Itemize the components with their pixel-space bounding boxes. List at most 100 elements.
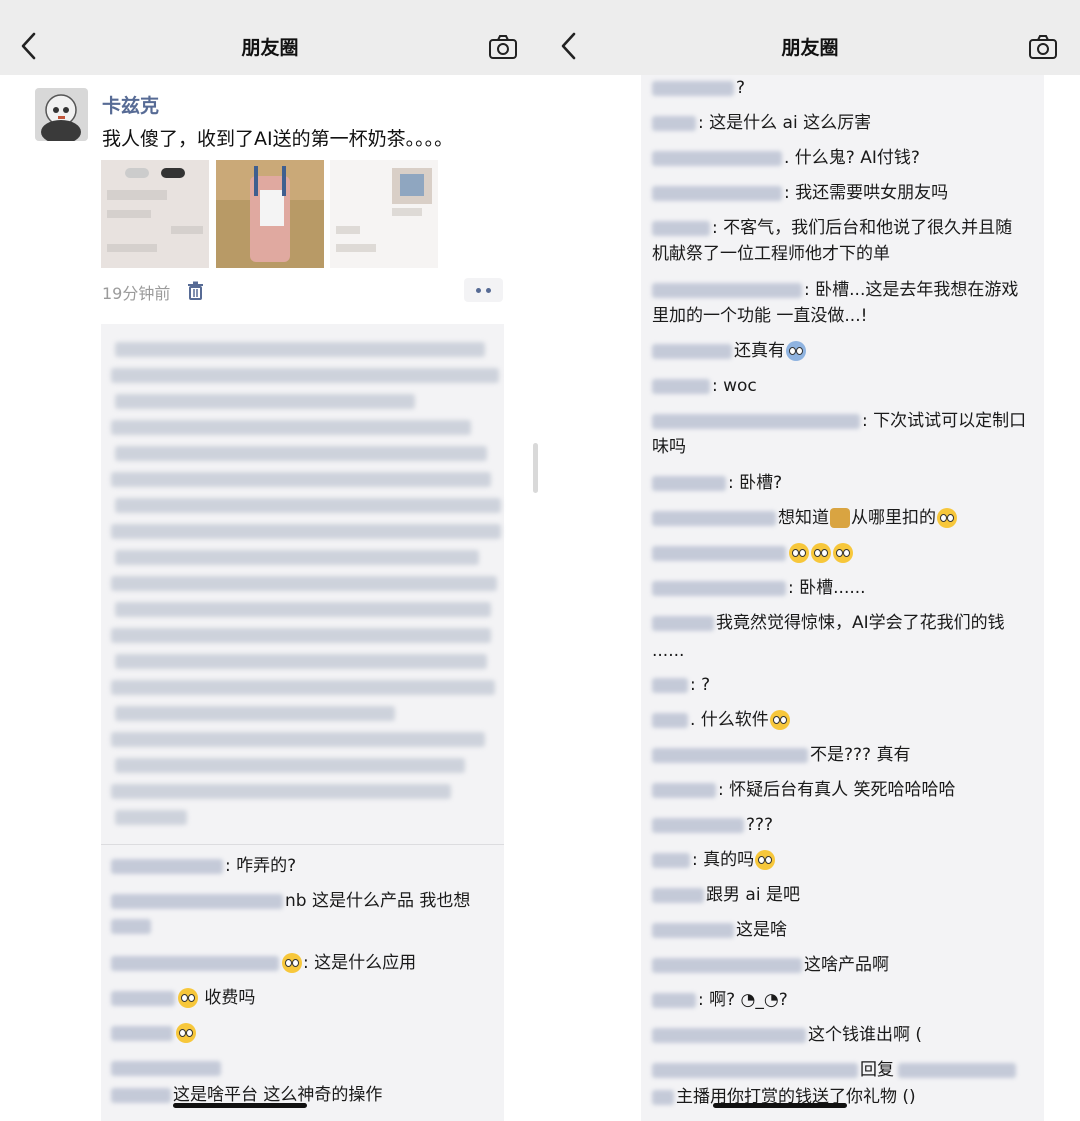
comment-item[interactable]: : 卧槽? xyxy=(652,472,782,494)
comment-text: 还真有 xyxy=(734,341,785,361)
comment-item[interactable]: : woc xyxy=(652,375,757,397)
comment-item[interactable]: . 什么软件 xyxy=(652,709,791,731)
comment-item[interactable] xyxy=(111,1022,197,1044)
commenter-name[interactable] xyxy=(111,1087,171,1103)
comment-item[interactable]: 跟男 ai 是吧 xyxy=(652,884,800,906)
commenter-name[interactable] xyxy=(652,150,782,166)
commenter-name[interactable] xyxy=(652,1027,806,1043)
commenter-name[interactable] xyxy=(652,80,734,96)
home-indicator xyxy=(713,1103,847,1108)
reply-target-name[interactable] xyxy=(898,1062,1016,1078)
comment-text: : 下次试试可以定制口 xyxy=(862,411,1027,431)
comment-item[interactable]: : 我还需要哄女朋友吗 xyxy=(652,182,948,204)
comment-item[interactable]: 回复 xyxy=(652,1059,1018,1081)
commenter-name[interactable] xyxy=(652,185,782,201)
comment-item[interactable]: nb 这是什么产品 我也想 xyxy=(111,890,470,912)
comment-text: 跟男 ai 是吧 xyxy=(706,885,800,905)
comment-item[interactable]: 这个钱谁出啊 ( xyxy=(652,1024,922,1046)
post-time: 19分钟前 xyxy=(102,284,171,303)
commenter-name[interactable] xyxy=(652,115,696,131)
commenter-name[interactable] xyxy=(652,782,716,798)
comment-text: : 啊? ◔_◔? xyxy=(698,990,788,1010)
commenter-name[interactable] xyxy=(652,922,734,938)
comment-item[interactable]: : 啊? ◔_◔? xyxy=(652,989,788,1011)
comment-item[interactable]: : 这是什么应用 xyxy=(111,952,416,974)
avatar[interactable] xyxy=(35,88,88,141)
comment-item[interactable]: : 咋弄的? xyxy=(111,855,296,877)
comment-item-continued: 机献祭了一位工程师他才下的单 xyxy=(652,243,890,265)
commenter-name[interactable] xyxy=(111,858,223,874)
comment-item[interactable]: 不是??? 真有 xyxy=(652,744,910,766)
commenter-name[interactable] xyxy=(111,955,279,971)
comment-text: : 这是什么应用 xyxy=(303,953,417,973)
emoji-icon xyxy=(811,543,831,563)
commenter-name[interactable] xyxy=(652,510,776,526)
post-image-2[interactable] xyxy=(216,160,324,268)
comment-item[interactable]: : 真的吗 xyxy=(652,849,776,871)
comment-text: : 卧槽...... xyxy=(788,578,866,598)
nav-bar: 朋友圈 xyxy=(540,0,1080,75)
commenter-name[interactable] xyxy=(111,1060,221,1076)
comment-item[interactable]: 这是啥 xyxy=(652,919,787,941)
comment-item[interactable]: 我竟然觉得惊悚，AI学会了花我们的钱 xyxy=(652,612,1005,634)
commenter-name[interactable] xyxy=(652,282,802,298)
comment-text: 我竟然觉得惊悚，AI学会了花我们的钱 xyxy=(716,613,1005,633)
commenter-name[interactable] xyxy=(652,378,710,394)
comment-item[interactable]: ? xyxy=(652,77,745,99)
comment-item[interactable]: : ? xyxy=(652,674,710,696)
comment-item[interactable]: : 这是什么 ai 这么厉害 xyxy=(652,112,871,134)
post-image-1[interactable] xyxy=(101,160,209,268)
commenter-name[interactable] xyxy=(652,817,744,833)
comment-item[interactable]: 收费吗 xyxy=(111,987,255,1009)
page-title: 朋友圈 xyxy=(781,37,839,59)
commenter-name[interactable] xyxy=(652,992,696,1008)
comment-text: 收费吗 xyxy=(199,988,256,1008)
commenter-name[interactable] xyxy=(652,343,732,359)
post-image-3[interactable] xyxy=(330,160,438,268)
comment-item[interactable] xyxy=(111,1057,223,1079)
comment-text: : 卧槽? xyxy=(728,473,783,493)
commenter-name[interactable] xyxy=(652,413,860,429)
commenter-name[interactable] xyxy=(652,580,786,596)
emoji-icon xyxy=(282,953,302,973)
camera-icon[interactable] xyxy=(488,34,518,60)
comment-item[interactable]: 还真有 xyxy=(652,340,807,362)
comment-item[interactable]: : 下次试试可以定制口 xyxy=(652,410,1026,432)
commenter-name[interactable] xyxy=(652,852,690,868)
author-name[interactable]: 卡兹克 xyxy=(102,91,159,118)
trash-icon[interactable] xyxy=(187,281,204,300)
commenter-name[interactable] xyxy=(652,957,802,973)
home-indicator xyxy=(173,1103,307,1108)
commenter-name[interactable] xyxy=(111,893,283,909)
drag-handle[interactable] xyxy=(533,443,538,493)
camera-icon[interactable] xyxy=(1028,34,1058,60)
comment-item[interactable]: : 卧槽...... xyxy=(652,577,866,599)
commenter-name[interactable] xyxy=(652,475,726,491)
nav-bar: 朋友圈 xyxy=(0,0,540,75)
comment-item[interactable]: : 不客气，我们后台和他说了很久并且随 xyxy=(652,217,1012,239)
comment-text: 这个钱谁出啊 ( xyxy=(808,1025,923,1045)
comment-item[interactable]: : 怀疑后台有真人 笑死哈哈哈哈 xyxy=(652,779,956,801)
commenter-name[interactable] xyxy=(652,220,710,236)
commenter-name[interactable] xyxy=(111,990,175,1006)
commenter-name[interactable] xyxy=(652,677,688,693)
commenter-name[interactable] xyxy=(652,712,688,728)
comment-item[interactable]: ??? xyxy=(652,814,773,836)
comment-text: : 真的吗 xyxy=(692,850,755,870)
commenter-name[interactable] xyxy=(652,747,808,763)
comment-text: : 这是什么 ai 这么厉害 xyxy=(698,113,872,133)
commenter-name[interactable] xyxy=(652,1062,858,1078)
comment-item[interactable]: 想知道 从哪里扣的 xyxy=(652,507,958,529)
comment-item[interactable]: : 卧槽...这是去年我想在游戏 xyxy=(652,279,1018,301)
commenter-name[interactable] xyxy=(652,887,704,903)
comment-item[interactable] xyxy=(652,542,854,564)
commenter-name[interactable] xyxy=(111,1025,173,1041)
comment-text: : 怀疑后台有真人 笑死哈哈哈哈 xyxy=(718,780,956,800)
comment-text: . 什么软件 xyxy=(690,710,769,730)
more-dots-icon[interactable] xyxy=(464,278,503,302)
commenter-name[interactable] xyxy=(652,615,714,631)
comment-item[interactable]: . 什么鬼? AI付钱? xyxy=(652,147,920,169)
commenter-name[interactable] xyxy=(652,545,786,561)
comment-text: 从哪里扣的 xyxy=(851,508,936,528)
comment-item[interactable]: 这啥产品啊 xyxy=(652,954,889,976)
